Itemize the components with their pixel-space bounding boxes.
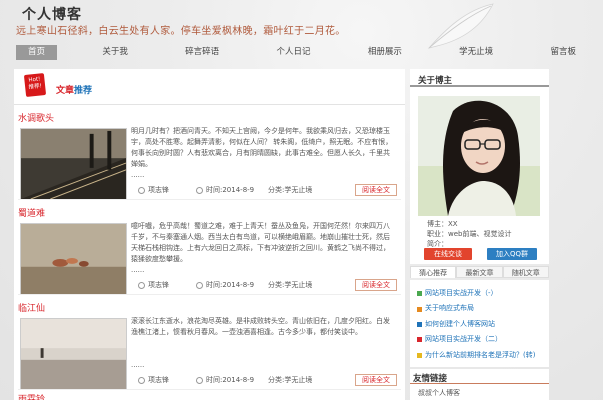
article-thumbnail-icon[interactable] <box>20 128 127 200</box>
read-more-button[interactable]: 阅读全文 <box>355 184 397 196</box>
main-content: Hot! 推荐! 文章推荐 水调歌头 明月几时有？把酒问青天。不知天上宫阙，今夕… <box>14 69 405 400</box>
friend-link[interactable]: 叔叔个人博客 <box>410 384 549 398</box>
site-header: 个人博客 远上寒山石径斜，白云生处有人家。停车坐爱枫林晚，霜叶红于二月花。 <box>0 0 603 44</box>
article-category[interactable]: 分类:学无止境 <box>268 185 348 195</box>
tab-random[interactable]: 随机文章 <box>502 266 549 278</box>
article-ellipsis: ...... <box>131 361 145 369</box>
clock-icon <box>196 376 203 384</box>
nav-album[interactable]: 相册展示 <box>356 45 414 60</box>
read-more-button[interactable]: 阅读全文 <box>355 279 397 291</box>
article-title[interactable]: 水调歌头 <box>18 111 54 124</box>
article-author: 项志锋 <box>148 186 169 194</box>
clock-icon <box>196 186 203 194</box>
list-item[interactable]: 如何创建个人博客网站 <box>417 317 549 332</box>
blogger-name: 博主：XX <box>427 220 458 228</box>
hot-recommend-icon: Hot! 推荐! <box>23 73 47 97</box>
nav-about[interactable]: 关于我 <box>90 45 140 60</box>
read-more-button[interactable]: 阅读全文 <box>355 374 397 386</box>
article-thumbnail-icon[interactable] <box>20 318 127 390</box>
site-subtitle: 远上寒山石径斜，白云生处有人家。停车坐爱枫林晚，霜叶红于二月花。 <box>16 26 346 37</box>
list-item[interactable]: 为什么新站前期排名老是浮动？(转) <box>417 348 549 363</box>
tab-latest[interactable]: 最新文章 <box>456 266 503 278</box>
main-nav: 首页 关于我 碎言碎语 个人日记 相册展示 学无止境 留言板 <box>16 45 588 60</box>
article-ellipsis: ...... <box>131 266 145 274</box>
nav-guestbook[interactable]: 留言板 <box>538 45 588 60</box>
divider <box>18 389 401 390</box>
nav-home[interactable]: 首页 <box>16 45 58 60</box>
tab-article-list: 网站项目实战开发（-） 关于响应式布局 如何创建个人博客网站 网站项目实战开发（… <box>410 280 549 367</box>
article-category[interactable]: 分类:学无止境 <box>268 280 348 290</box>
tab-guess[interactable]: 猜心推荐 <box>410 266 457 278</box>
article-author: 项志锋 <box>148 376 169 384</box>
article-item: 蜀道难 噫吁嚱，危乎高哉！蜀道之难，难于上青天！蚕丛及鱼凫，开国何茫然！尔来四万… <box>14 200 405 295</box>
user-icon <box>138 186 145 194</box>
article-title[interactable]: 雨霖铃 <box>18 392 45 400</box>
article-tabs: 猜心推荐 最新文章 随机文章 <box>410 266 549 278</box>
article-category[interactable]: 分类:学无止境 <box>268 375 348 385</box>
article-ellipsis: ...... <box>131 171 145 179</box>
blogger-job: 职业：web前端、视觉设计 <box>427 230 512 238</box>
nav-murmurs[interactable]: 碎言碎语 <box>173 45 231 60</box>
list-item[interactable]: 关于响应式布局 <box>417 301 549 316</box>
article-thumbnail-icon[interactable] <box>20 223 127 295</box>
article-summary: 明月几时有？把酒问青天。不知天上宫阙，今夕是何年。我欲乘风归去，又恐琼楼玉宇，高… <box>131 127 393 168</box>
list-item[interactable]: 网站项目实战开发（-） <box>417 286 549 301</box>
article-summary: 噫吁嚱，危乎高哉！蜀道之难，难于上青天！蚕丛及鱼凫，开国何茫然！尔来四万八千岁，… <box>131 222 390 263</box>
article-summary: 滚滚长江东逝水，浪花淘尽英雄。是非成败转头空。青山依旧在，几度夕阳红。白发渔樵江… <box>131 317 390 336</box>
about-panel: 关于博主 博主：XX 职业：web前端、视觉设计 简介： 在线交谈 加入QQ群 <box>410 69 549 264</box>
article-time: 时间:2014-8-9 <box>206 376 255 384</box>
nav-learning[interactable]: 学无止境 <box>447 45 505 60</box>
user-icon <box>138 281 145 289</box>
list-item[interactable]: 网站项目实战开发（二） <box>417 332 549 347</box>
chat-online-button[interactable]: 在线交谈 <box>424 248 472 260</box>
about-heading: 关于博主 <box>410 69 549 87</box>
article-item: 临江仙 滚滚长江东逝水，浪花淘尽英雄。是非成败转头空。青山依旧在，几度夕阳红。白… <box>14 295 405 390</box>
recommend-title: 文章推荐 <box>56 86 93 96</box>
friend-links-panel: 友情链接 叔叔个人博客 <box>410 369 549 400</box>
article-title[interactable]: 蜀道难 <box>18 206 45 219</box>
article-item: 水调歌头 明月几时有？把酒问青天。不知天上宫阙，今夕是何年。我欲乘风归去，又恐琼… <box>14 105 405 200</box>
article-title[interactable]: 临江仙 <box>18 301 45 314</box>
user-icon <box>138 376 145 384</box>
site-title[interactable]: 个人博客 <box>22 4 82 24</box>
clock-icon <box>196 281 203 289</box>
recommend-header: Hot! 推荐! 文章推荐 <box>14 69 405 105</box>
friend-links-heading: 友情链接 <box>410 369 549 384</box>
article-author: 项志锋 <box>148 281 169 289</box>
nav-diary[interactable]: 个人日记 <box>264 45 322 60</box>
article-time: 时间:2014-8-9 <box>206 186 255 194</box>
blogger-avatar <box>418 96 540 216</box>
join-qq-group-button[interactable]: 加入QQ群 <box>487 248 537 260</box>
article-time: 时间:2014-8-9 <box>206 281 255 289</box>
